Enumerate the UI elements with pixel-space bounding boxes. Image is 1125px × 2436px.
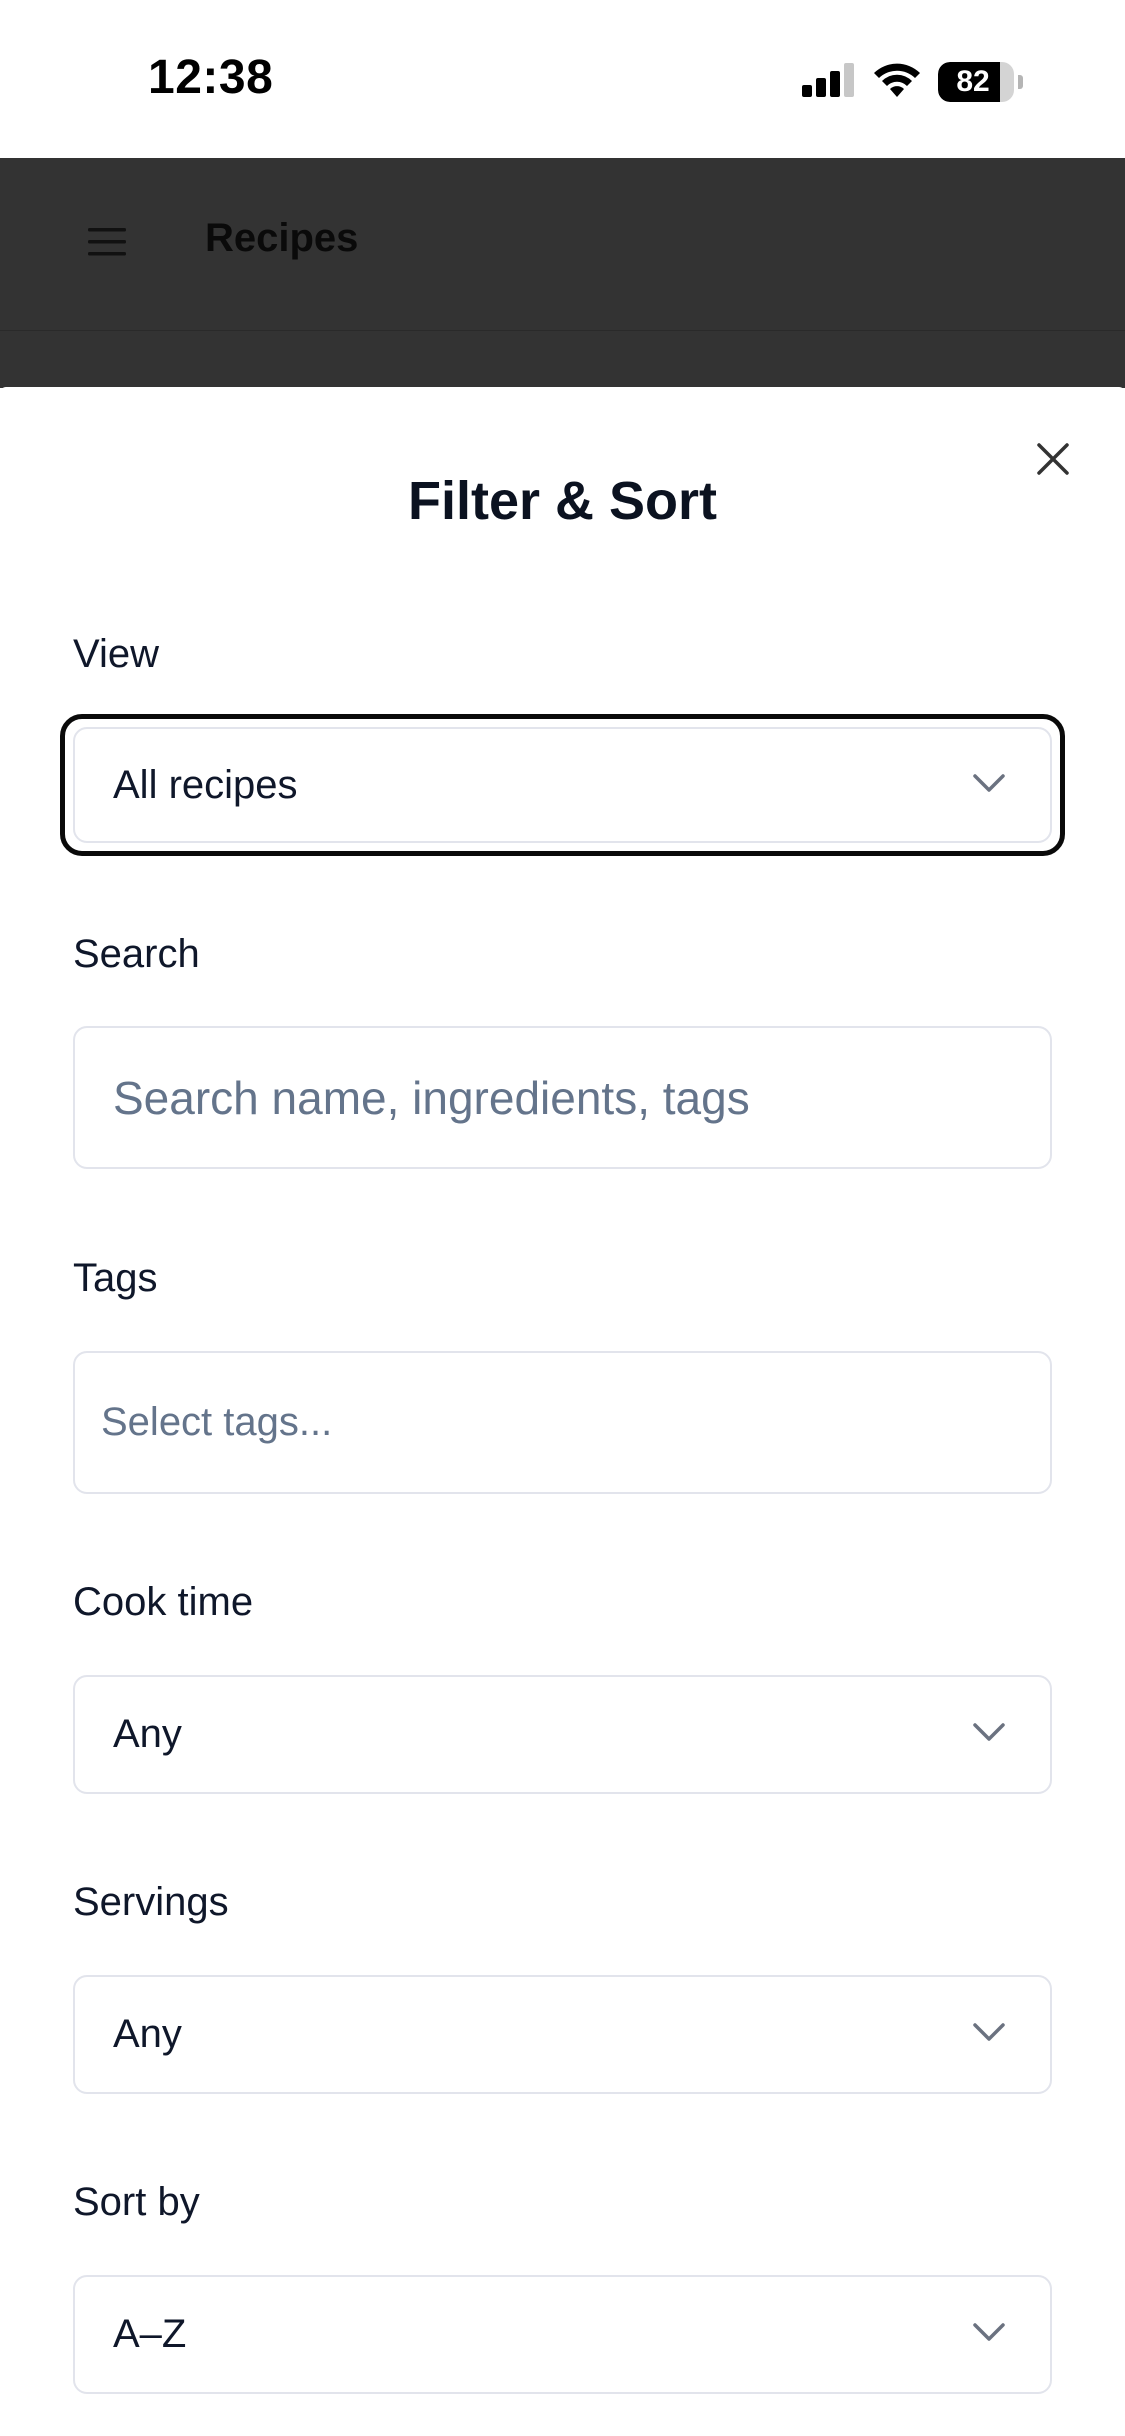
sheet-title: Filter & Sort — [407, 471, 718, 531]
hamburger-menu-icon[interactable] — [88, 226, 126, 258]
sort-by-value: A–Z — [113, 2312, 187, 2356]
tags-placeholder: Select tags... — [101, 1400, 333, 1444]
sort-by-select[interactable]: A–Z — [73, 2275, 1052, 2394]
chevron-down-icon — [972, 773, 1050, 798]
battery-percent: 82 — [956, 65, 990, 98]
search-label: Search — [73, 932, 200, 976]
app-title: Recipes — [205, 216, 359, 260]
app-subbar — [0, 330, 1125, 388]
battery-icon: 82 — [938, 62, 1014, 102]
search-input[interactable]: Search name, ingredients, tags — [73, 1026, 1052, 1169]
status-bar: 12:38 82 — [0, 0, 1125, 158]
search-input-placeholder: Search name, ingredients, tags — [113, 1071, 750, 1124]
view-label: View — [73, 632, 159, 676]
chevron-down-icon — [972, 1722, 1050, 1747]
cook-time-select[interactable]: Any — [73, 1675, 1052, 1794]
tags-label: Tags — [73, 1256, 158, 1300]
status-icons: 82 — [802, 58, 1023, 106]
status-time: 12:38 — [148, 51, 274, 104]
wifi-icon — [872, 61, 922, 104]
cook-time-value: Any — [113, 1712, 182, 1756]
app-header: Recipes — [0, 158, 1125, 330]
chevron-down-icon — [972, 2322, 1050, 2347]
servings-select[interactable]: Any — [73, 1975, 1052, 2094]
sort-by-label: Sort by — [73, 2180, 200, 2224]
battery-cap — [1018, 75, 1023, 89]
view-select-value: All recipes — [113, 762, 298, 807]
servings-value: Any — [113, 2012, 182, 2056]
tags-multiselect[interactable]: Select tags... — [73, 1351, 1052, 1494]
cellular-signal-icon — [802, 62, 856, 102]
servings-label: Servings — [73, 1880, 229, 1924]
view-select[interactable]: All recipes — [73, 727, 1052, 843]
cook-time-label: Cook time — [73, 1580, 254, 1624]
chevron-down-icon — [972, 2022, 1050, 2047]
